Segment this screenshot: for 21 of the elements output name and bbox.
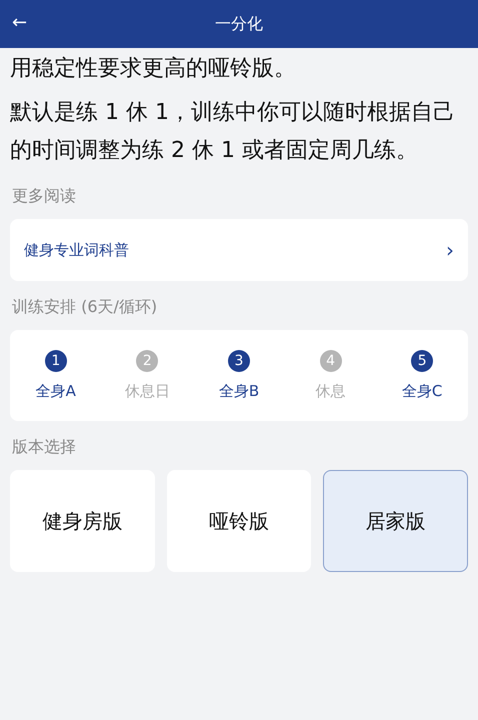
day-number-badge: 5	[411, 350, 434, 372]
day-number-badge: 4	[320, 350, 342, 372]
day-label: 全身A	[36, 382, 76, 401]
day-number-badge: 1	[44, 350, 67, 372]
day-label: 休息日	[124, 382, 170, 401]
version-option[interactable]: 居家版	[323, 470, 468, 572]
section-label: 更多阅读	[12, 186, 77, 207]
description-paragraph: 默认是练 1 休 1，训练中你可以随时根据自己的时间调整为练 2 休 1 或者固定周几练。	[10, 99, 456, 165]
day-number-badge: 2	[136, 350, 158, 372]
section-label: 训练安排 (6天/循环)	[12, 297, 158, 318]
day-label: 全身C	[402, 382, 442, 401]
version-option[interactable]: 健身房版	[10, 470, 155, 572]
back-button[interactable]: ←	[12, 12, 28, 33]
day-label: 休息	[316, 382, 346, 401]
version-option[interactable]: 哑铃版	[166, 470, 312, 572]
section-label: 版本选择	[12, 437, 77, 458]
reading-link[interactable]: 健身专业词科普 ›	[10, 219, 468, 281]
day-label: 全身B	[218, 382, 260, 401]
header-title: 一分化	[215, 14, 263, 34]
day-number-badge: 3	[228, 350, 250, 372]
description-paragraph: 用稳定性要求更高的哑铃版。	[10, 55, 297, 83]
